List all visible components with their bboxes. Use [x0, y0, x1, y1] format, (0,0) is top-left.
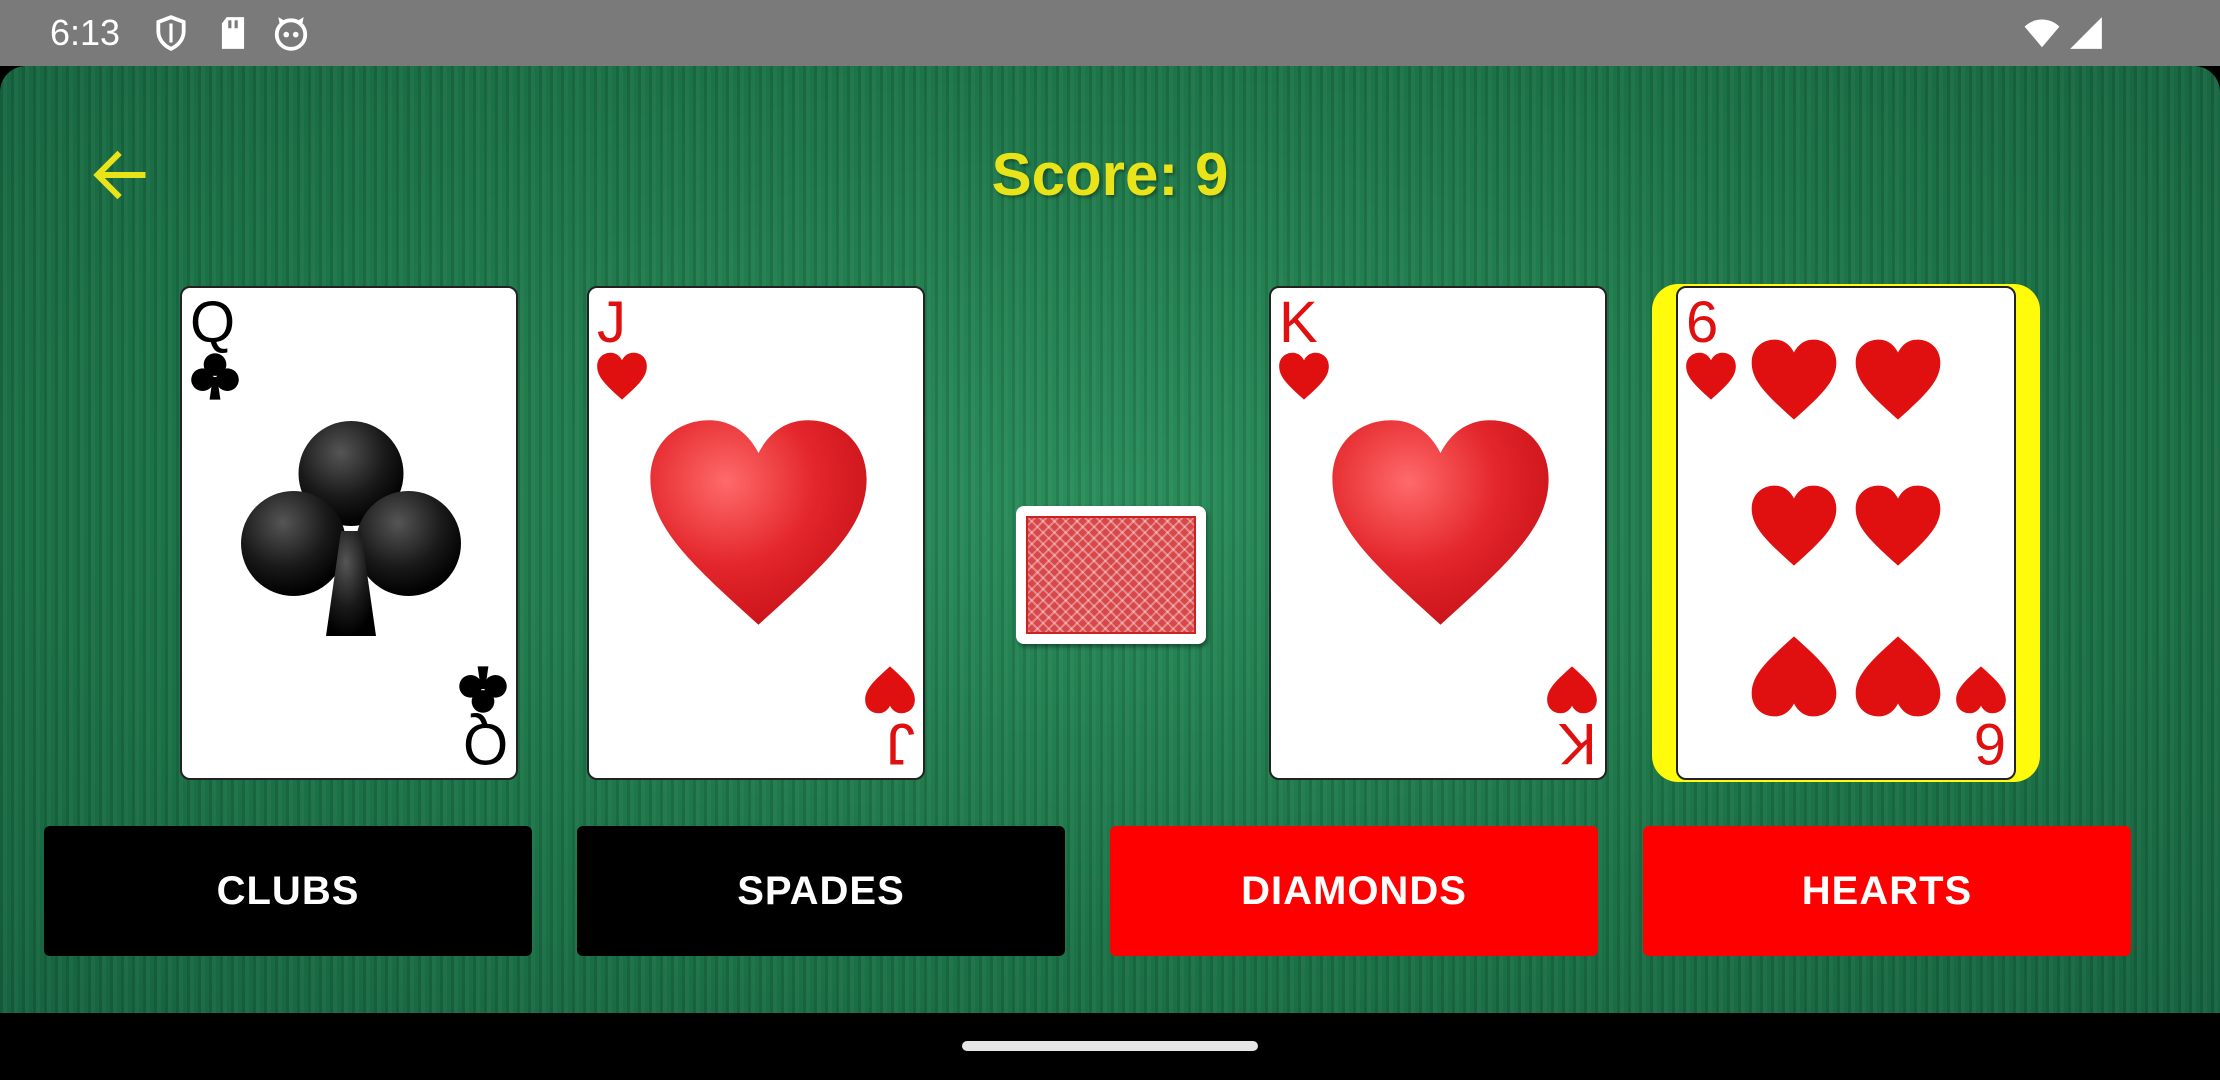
back-arrow-icon[interactable] — [90, 145, 150, 205]
heart-icon — [1277, 350, 1331, 404]
diamonds-button[interactable]: DIAMONDS — [1110, 826, 1598, 956]
card-rank: 6 — [1973, 711, 2006, 776]
status-bar: 6:13 — [0, 0, 2220, 66]
heart-icon — [1748, 478, 1840, 576]
heart-icon — [863, 662, 917, 716]
card-king-of-hearts[interactable]: K K — [1269, 286, 1607, 780]
card-rank: K — [1279, 290, 1318, 355]
clubs-button[interactable]: CLUBS — [44, 826, 532, 956]
card-jack-of-hearts[interactable]: J J — [587, 286, 925, 780]
card-queen-of-clubs[interactable]: Q Q — [180, 286, 518, 780]
heart-icon — [1323, 406, 1558, 646]
spades-button[interactable]: SPADES — [577, 826, 1065, 956]
heart-icon — [1954, 662, 2008, 716]
wifi-icon — [2024, 19, 2060, 48]
card-rank: Q — [462, 711, 508, 776]
score-label: Score: 9 — [991, 141, 1229, 208]
shield-icon — [156, 15, 186, 51]
heart-icon — [1684, 350, 1738, 404]
cat-face-icon — [274, 17, 308, 51]
heart-icon — [1748, 626, 1840, 724]
heart-icon — [1545, 662, 1599, 716]
card-rank: J — [597, 290, 626, 355]
signal-icon — [2070, 17, 2102, 49]
home-gesture-bar[interactable] — [962, 1041, 1258, 1051]
card-rank: K — [1558, 711, 1597, 776]
card-rank: J — [886, 711, 915, 776]
heart-icon — [1748, 332, 1840, 430]
card-back-icon — [1026, 516, 1196, 634]
card-rank: 6 — [1686, 290, 1719, 355]
status-time: 6:13 — [50, 12, 121, 53]
heart-icon — [1852, 626, 1944, 724]
heart-icon — [1852, 332, 1944, 430]
card-rank: Q — [190, 290, 236, 355]
club-icon — [188, 350, 242, 404]
heart-icon — [641, 406, 876, 646]
heart-icon — [595, 350, 649, 404]
club-icon — [456, 662, 510, 716]
draw-pile[interactable] — [1016, 506, 1206, 644]
sd-card-icon — [221, 17, 245, 49]
card-six-of-hearts[interactable]: 6 6 — [1676, 286, 2016, 780]
heart-icon — [1852, 478, 1944, 576]
hearts-button[interactable]: HEARTS — [1643, 826, 2131, 956]
club-icon — [226, 406, 476, 656]
